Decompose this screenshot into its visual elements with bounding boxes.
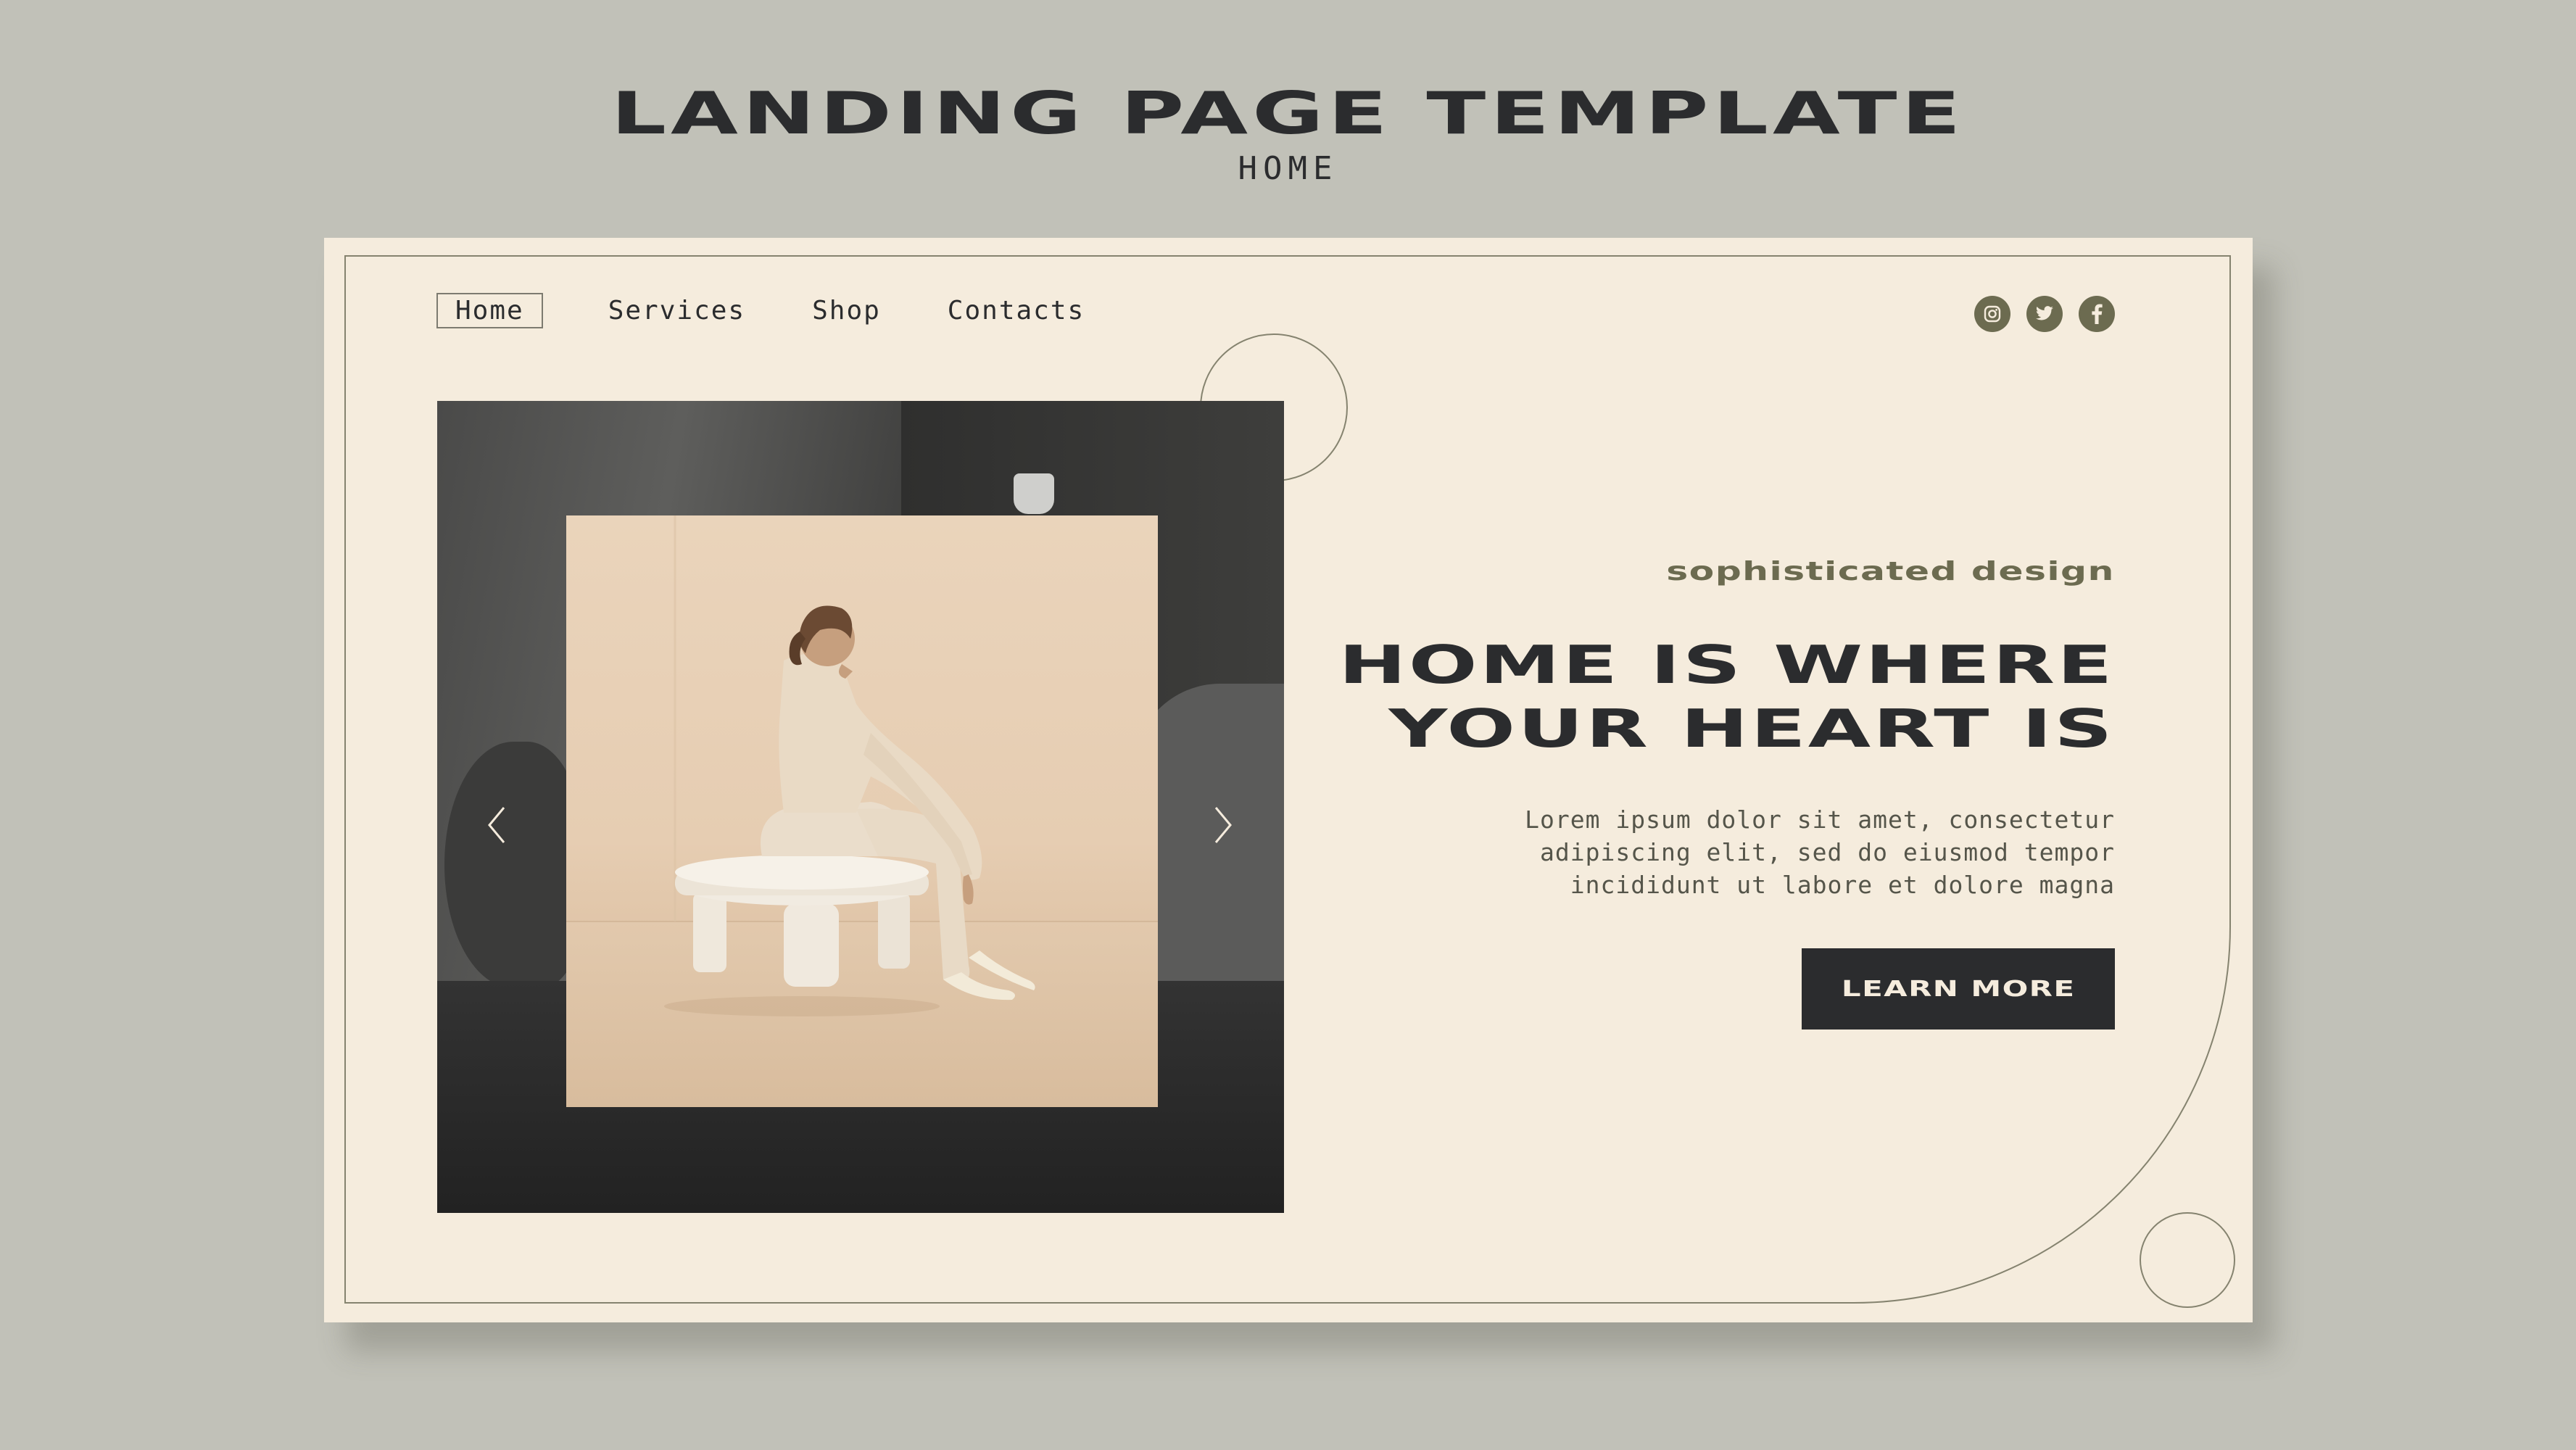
page-subheading: HOME (1238, 150, 1338, 187)
page-heading: LANDING PAGE TEMPLATE (610, 80, 1966, 147)
landing-card: Home Services Shop Contacts sophisticate… (324, 238, 2253, 1322)
nav-item-contacts[interactable]: Contacts (946, 293, 1086, 328)
hero-headline-line2: YOUR HEART IS (1388, 698, 2115, 759)
main-nav: Home Services Shop Contacts (436, 292, 1150, 328)
nav-item-services[interactable]: Services (607, 293, 747, 328)
chevron-left-icon[interactable] (482, 803, 511, 847)
learn-more-label: LEARN MORE (1841, 976, 2076, 1002)
social-links (1974, 296, 2115, 332)
hero-image-frame (437, 401, 1284, 1213)
background-plant (444, 742, 582, 988)
learn-more-button[interactable]: LEARN MORE (1802, 948, 2115, 1030)
nav-item-home[interactable]: Home (436, 292, 543, 328)
chevron-right-icon[interactable] (1209, 803, 1238, 847)
background-vase (1014, 473, 1054, 514)
decorative-circle-bottom (2140, 1212, 2235, 1308)
hero-headline: HOME IS WHERE YOUR HEART IS (1339, 633, 2115, 761)
instagram-icon[interactable] (1974, 296, 2010, 332)
hero-body-text: Lorem ipsum dolor sit amet, consectetur … (1525, 805, 2115, 899)
facebook-icon[interactable] (2079, 296, 2115, 332)
hero-headline-line1: HOME IS WHERE (1338, 634, 2115, 695)
hero-tagline: sophisticated design (1666, 557, 2115, 587)
nav-item-shop[interactable]: Shop (811, 293, 882, 328)
woman-on-stool-illustration (566, 515, 1158, 1107)
hero-photo (566, 515, 1158, 1107)
twitter-icon[interactable] (2026, 296, 2063, 332)
